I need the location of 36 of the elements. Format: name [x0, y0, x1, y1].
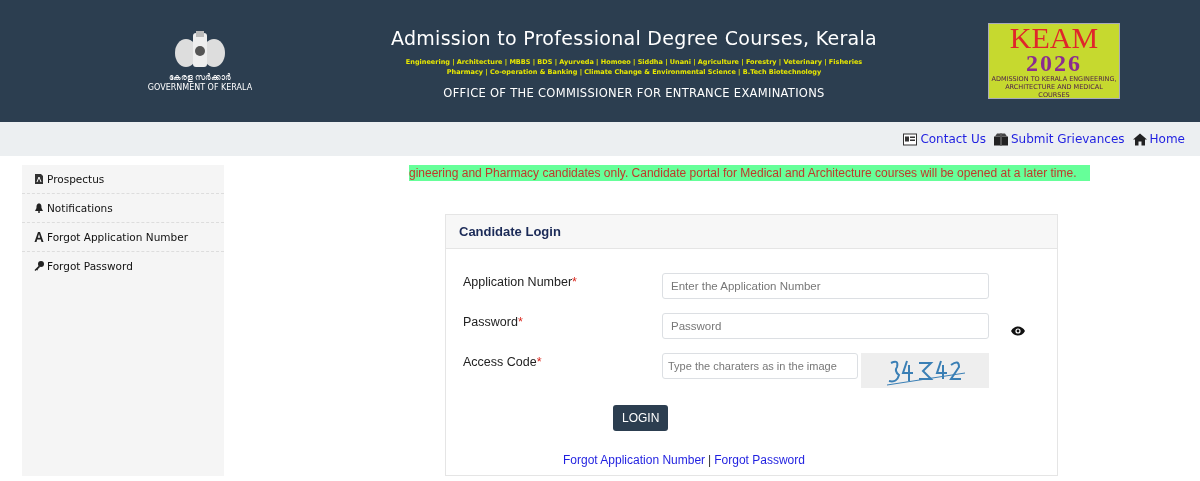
font-icon: [34, 232, 44, 242]
document-icon: [34, 174, 44, 184]
text-link[interactable]: Forgot Application Number: [563, 453, 706, 467]
emblem-caption: കേരള സർക്കാർ: [168, 73, 232, 83]
link-separator: |: [708, 453, 712, 467]
site-subtitle: OFFICE OF THE COMMISSIONER FOR ENTRANCE EXAMINATIONS: [443, 85, 825, 100]
announcement-banner: gineering and Pharmacy candidates only. Candidate portal for Medical and Architecture courses will be opened at a later time.: [409, 165, 1090, 181]
bell-icon: [34, 203, 44, 213]
eye-icon[interactable]: [1011, 326, 1025, 336]
field-label: Access Code: [463, 355, 537, 369]
card-icon: [903, 132, 918, 146]
field-label: Application Number: [463, 275, 573, 289]
card-title: Candidate Login: [446, 215, 1057, 249]
nav-link[interactable]: Submit Grievances: [993, 132, 1125, 146]
logo-name: KEAM: [1009, 24, 1099, 52]
input-field[interactable]: Password: [662, 313, 989, 339]
login-button[interactable]: LOGIN: [613, 405, 669, 431]
sidebar-item[interactable]: Forgot Application Number: [22, 223, 224, 252]
required-mark: *: [572, 275, 577, 289]
box-icon: [993, 132, 1008, 146]
sidebar-item[interactable]: Notifications: [22, 194, 224, 223]
text-link[interactable]: Forgot Password: [714, 453, 805, 467]
sidebar-item[interactable]: Forgot Password: [22, 252, 224, 280]
input-field[interactable]: Enter the Application Number: [662, 273, 989, 299]
nav-link[interactable]: Home: [1132, 132, 1185, 146]
required-mark: *: [517, 315, 523, 329]
field-label: Password: [463, 315, 518, 329]
key-icon: [34, 261, 44, 271]
home-icon: [1132, 132, 1147, 146]
site-title: Admission to Professional Degree Courses, Kerala: [390, 26, 878, 49]
required-mark: *: [536, 355, 542, 369]
nav-link[interactable]: Contact Us: [903, 132, 986, 146]
input-field[interactable]: Type the charaters as in the image: [662, 353, 858, 379]
sidebar-item[interactable]: Prospectus: [22, 165, 224, 194]
logo-year: 2026: [1026, 52, 1082, 74]
emblem-caption: GOVERNMENT OF KERALA: [147, 83, 253, 93]
